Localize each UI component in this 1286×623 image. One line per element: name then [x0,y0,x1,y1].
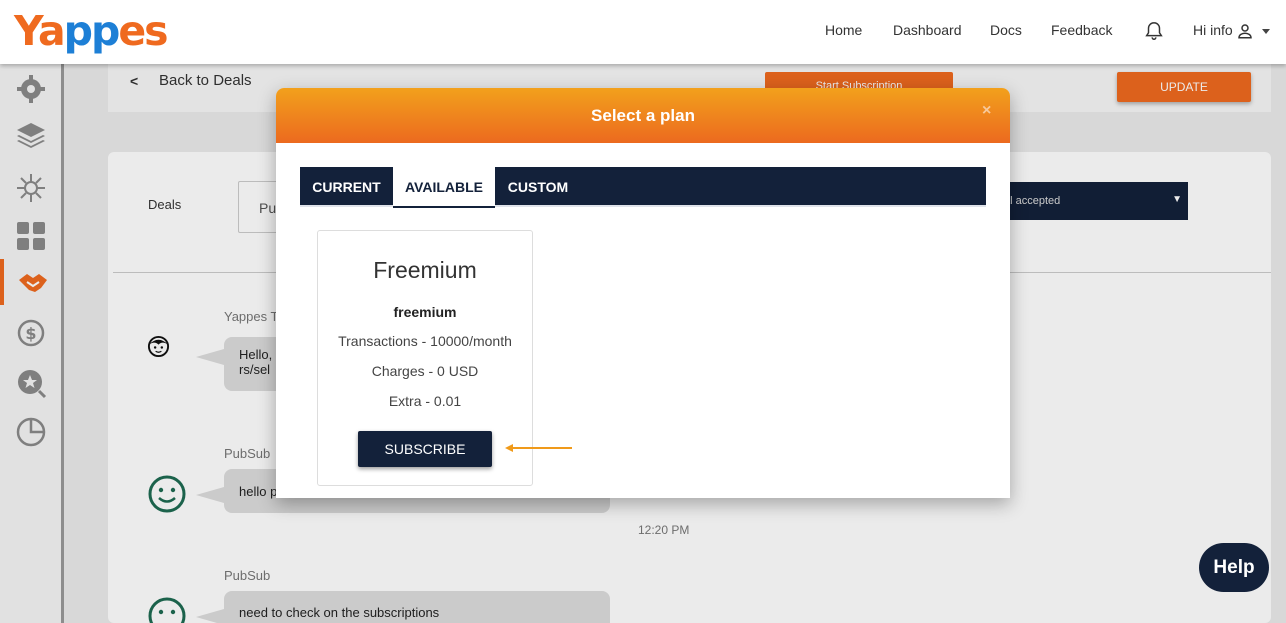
chevron-down-icon[interactable] [1262,29,1270,34]
select-plan-modal: Select a plan × CURRENT AVAILABLE CUSTOM… [276,88,1010,498]
user-icon[interactable] [1236,22,1254,40]
top-header: Yappes Home Dashboard Docs Feedback Hi i… [0,0,1286,64]
nav-dashboard[interactable]: Dashboard [893,22,962,38]
tab-available[interactable]: AVAILABLE [393,167,495,208]
close-icon[interactable]: × [982,102,991,120]
plan-charges: Charges - 0 USD [371,363,479,379]
plan-name: Freemium [373,257,477,283]
plan-extra: Extra - 0.01 [388,393,462,409]
tab-current[interactable]: CURRENT [300,167,393,207]
arrow-left-icon [505,444,572,452]
plan-tabs: CURRENT AVAILABLE CUSTOM [300,167,986,208]
plan-card: Freemium freemium Transactions - 10000/m… [317,230,533,486]
nav-home[interactable]: Home [825,22,862,38]
modal-title: Select a plan [591,106,695,125]
plan-code: freemium [393,304,457,320]
nav-feedback[interactable]: Feedback [1051,22,1112,38]
nav-docs[interactable]: Docs [990,22,1022,38]
help-button[interactable]: Help [1199,543,1269,592]
plan-transactions: Transactions - 10000/month [338,333,512,349]
subscribe-button[interactable]: SUBSCRIBE [358,431,492,467]
tab-custom[interactable]: CUSTOM [495,167,581,207]
user-greeting[interactable]: Hi info [1193,22,1233,38]
yappes-logo[interactable]: Yappes [14,6,169,56]
modal-header: Select a plan × [276,88,1010,143]
bell-icon[interactable] [1143,19,1165,43]
